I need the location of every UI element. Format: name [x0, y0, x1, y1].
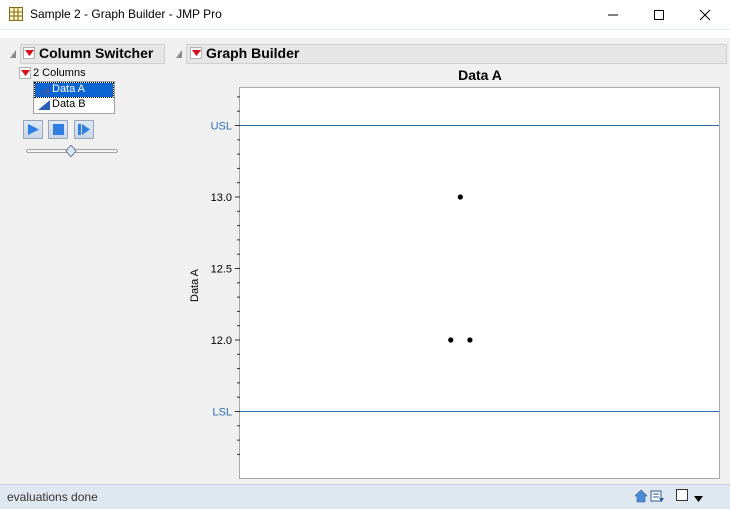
selection-checkbox[interactable] — [676, 489, 688, 501]
home-icon[interactable] — [634, 489, 648, 506]
y-axis-title-wrap[interactable]: Data A — [189, 269, 203, 372]
data-point — [457, 194, 463, 200]
y-tick-label: 12.0 — [211, 335, 232, 347]
window-list-icon[interactable] — [650, 489, 664, 506]
status-text: evaluations done — [7, 490, 98, 504]
status-bar: evaluations done — [0, 484, 730, 509]
reference-label-usl: USL — [211, 121, 232, 133]
chevron-down-icon[interactable] — [694, 492, 703, 506]
y-tick-label: 12.5 — [211, 264, 232, 276]
y-tick-label: 13.0 — [211, 192, 232, 204]
reference-label-lsl: LSL — [212, 407, 232, 419]
chart-svg: 12.0 12.5 13.0 USL LSL — [211, 96, 719, 455]
data-point — [467, 337, 473, 343]
y-axis-title: Data A — [189, 268, 201, 302]
data-point — [448, 337, 454, 343]
